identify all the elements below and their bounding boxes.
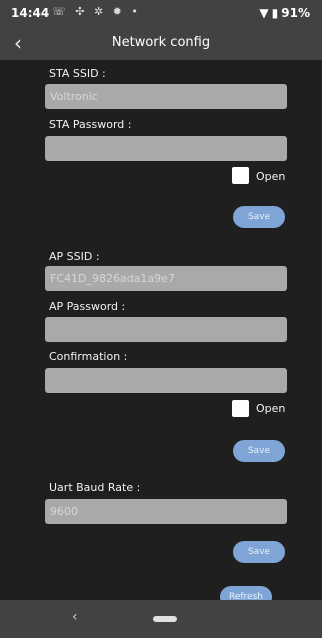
ap-save-button[interactable]: Save [233, 440, 285, 462]
home-pill-icon[interactable] [153, 616, 177, 622]
sta-open-checkbox[interactable] [232, 167, 249, 184]
ap-open-label: Open [256, 402, 286, 415]
ap-ssid-input[interactable]: FC41D_9826ada1a9e7 [45, 266, 287, 291]
ap-ssid-label: AP SSID : [49, 250, 100, 263]
battery-level: 91% [281, 6, 310, 20]
ap-confirmation-input[interactable] [45, 368, 287, 393]
status-time: 14:44 [11, 6, 50, 20]
nav-back-icon[interactable]: ‹ [72, 609, 78, 625]
ap-password-input[interactable] [45, 317, 287, 342]
sta-ssid-label: STA SSID : [49, 67, 106, 80]
ap-confirmation-label: Confirmation : [49, 350, 128, 363]
sta-password-label: STA Password : [49, 118, 132, 131]
system-nav-bar: ‹ [0, 600, 322, 638]
sta-save-button[interactable]: Save [233, 206, 285, 228]
page-title: Network config [111, 35, 211, 50]
sta-password-input[interactable] [45, 136, 287, 161]
app-bar: ‹ Network config [0, 28, 322, 60]
ap-open-checkbox[interactable] [232, 400, 249, 417]
notification-icons: ☏ ✣ ✲ ✹ • [52, 5, 141, 18]
uart-baud-input[interactable]: 9600 [45, 499, 287, 524]
status-right: ▼ ▮ 91% [259, 6, 310, 20]
network-config-form: STA SSID : Voltronic STA Password : Open… [0, 60, 322, 600]
uart-save-button[interactable]: Save [233, 541, 285, 563]
uart-baud-label: Uart Baud Rate : [49, 481, 141, 494]
ap-password-label: AP Password : [49, 300, 126, 313]
battery-icon: ▮ [271, 6, 279, 20]
sta-open-label: Open [256, 170, 286, 183]
refresh-button[interactable]: Refresh [220, 586, 272, 600]
sta-ssid-input[interactable]: Voltronic [45, 84, 287, 109]
wifi-icon: ▼ [259, 6, 269, 20]
status-bar: 14:44 ☏ ✣ ✲ ✹ • ▼ ▮ 91% [0, 0, 322, 28]
